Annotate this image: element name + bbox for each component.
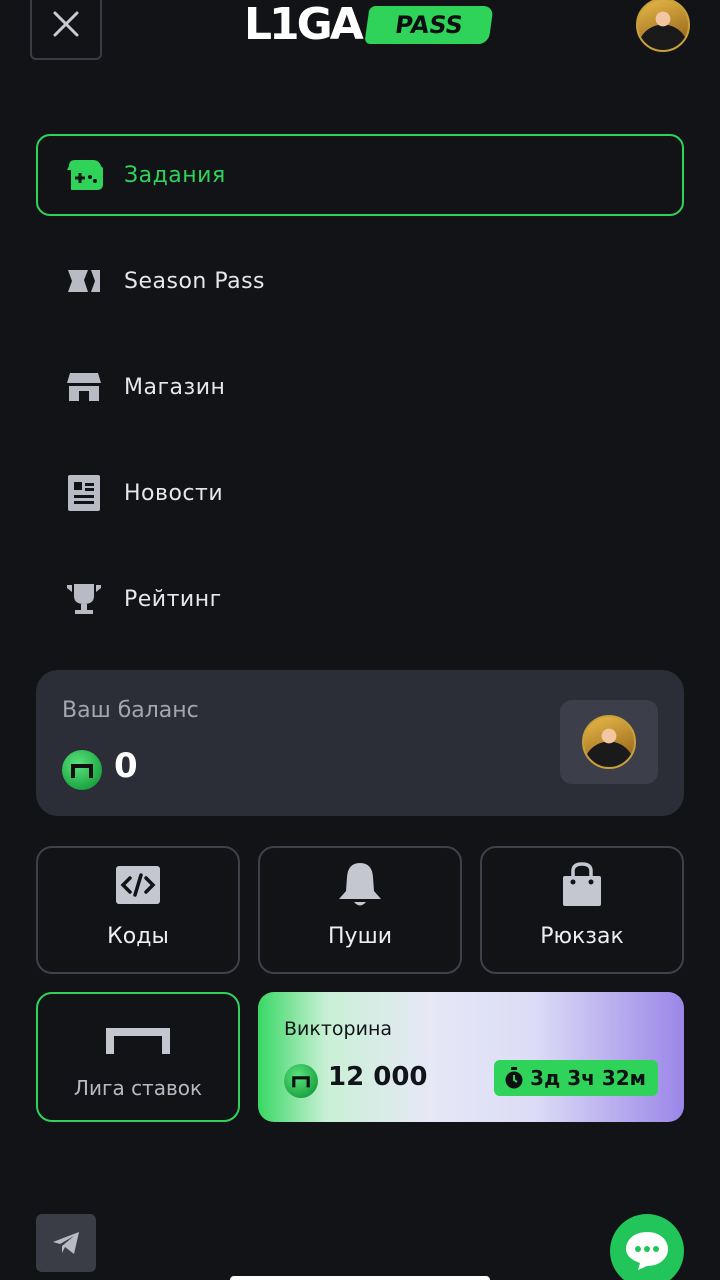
support-chat-button[interactable] bbox=[610, 1214, 684, 1280]
chat-icon bbox=[626, 1232, 668, 1270]
ticket-icon bbox=[64, 261, 104, 301]
profile-avatar[interactable] bbox=[636, 0, 690, 52]
backpack-label: Рюкзак bbox=[540, 924, 624, 949]
menu-item-season-pass[interactable]: Season Pass bbox=[36, 240, 684, 322]
close-button[interactable] bbox=[30, 0, 102, 60]
coin-icon bbox=[284, 1064, 318, 1098]
quiz-timer-text: 3д 3ч 32м bbox=[530, 1066, 646, 1090]
quiz-timer: 3д 3ч 32м bbox=[494, 1060, 658, 1096]
bag-icon bbox=[561, 862, 603, 908]
app-logo: L1GA PASS bbox=[244, 0, 494, 50]
logo-badge: PASS bbox=[364, 6, 494, 44]
balance-title: Ваш баланс bbox=[62, 698, 199, 723]
trophy-icon bbox=[64, 579, 104, 619]
menu-item-news[interactable]: Новости bbox=[36, 452, 684, 534]
balance-avatar-button[interactable] bbox=[560, 700, 658, 784]
gamepad-icon bbox=[64, 155, 104, 195]
quiz-card[interactable]: Викторина 12 000 3д 3ч 32м bbox=[258, 992, 684, 1122]
menu-label-tasks: Задания bbox=[124, 162, 226, 188]
main-menu: Задания Season Pass Магазин Новости Рейт… bbox=[36, 134, 684, 664]
quiz-reward: 12 000 bbox=[328, 1062, 428, 1092]
menu-label-season-pass: Season Pass bbox=[124, 268, 266, 294]
store-icon bbox=[64, 367, 104, 407]
stopwatch-icon bbox=[505, 1067, 523, 1089]
bell-icon bbox=[337, 862, 383, 908]
balance-card: Ваш баланс 0 bbox=[36, 670, 684, 816]
menu-label-shop: Магазин bbox=[124, 374, 226, 400]
menu-item-shop[interactable]: Магазин bbox=[36, 346, 684, 428]
goal-icon bbox=[106, 1028, 170, 1058]
user-avatar bbox=[582, 715, 636, 769]
code-icon bbox=[115, 862, 161, 908]
close-icon bbox=[53, 11, 79, 37]
backpack-button[interactable]: Рюкзак bbox=[480, 846, 684, 974]
push-button[interactable]: Пуши bbox=[258, 846, 462, 974]
bet-league-button[interactable]: Лига ставок bbox=[36, 992, 240, 1122]
menu-label-news: Новости bbox=[124, 480, 224, 506]
codes-label: Коды bbox=[107, 924, 169, 949]
coin-icon bbox=[62, 750, 102, 790]
home-indicator bbox=[230, 1276, 490, 1280]
push-label: Пуши bbox=[328, 924, 392, 949]
telegram-button[interactable] bbox=[36, 1214, 96, 1272]
balance-amount: 0 bbox=[114, 746, 138, 786]
menu-item-rating[interactable]: Рейтинг bbox=[36, 558, 684, 640]
logo-text: L1GA bbox=[244, 0, 364, 50]
menu-item-tasks[interactable]: Задания bbox=[36, 134, 684, 216]
codes-button[interactable]: Коды bbox=[36, 846, 240, 974]
telegram-icon bbox=[53, 1232, 79, 1254]
bet-league-label: Лига ставок bbox=[73, 1076, 203, 1100]
newspaper-icon bbox=[64, 473, 104, 513]
menu-label-rating: Рейтинг bbox=[124, 586, 222, 612]
quiz-title: Викторина bbox=[284, 1018, 393, 1040]
